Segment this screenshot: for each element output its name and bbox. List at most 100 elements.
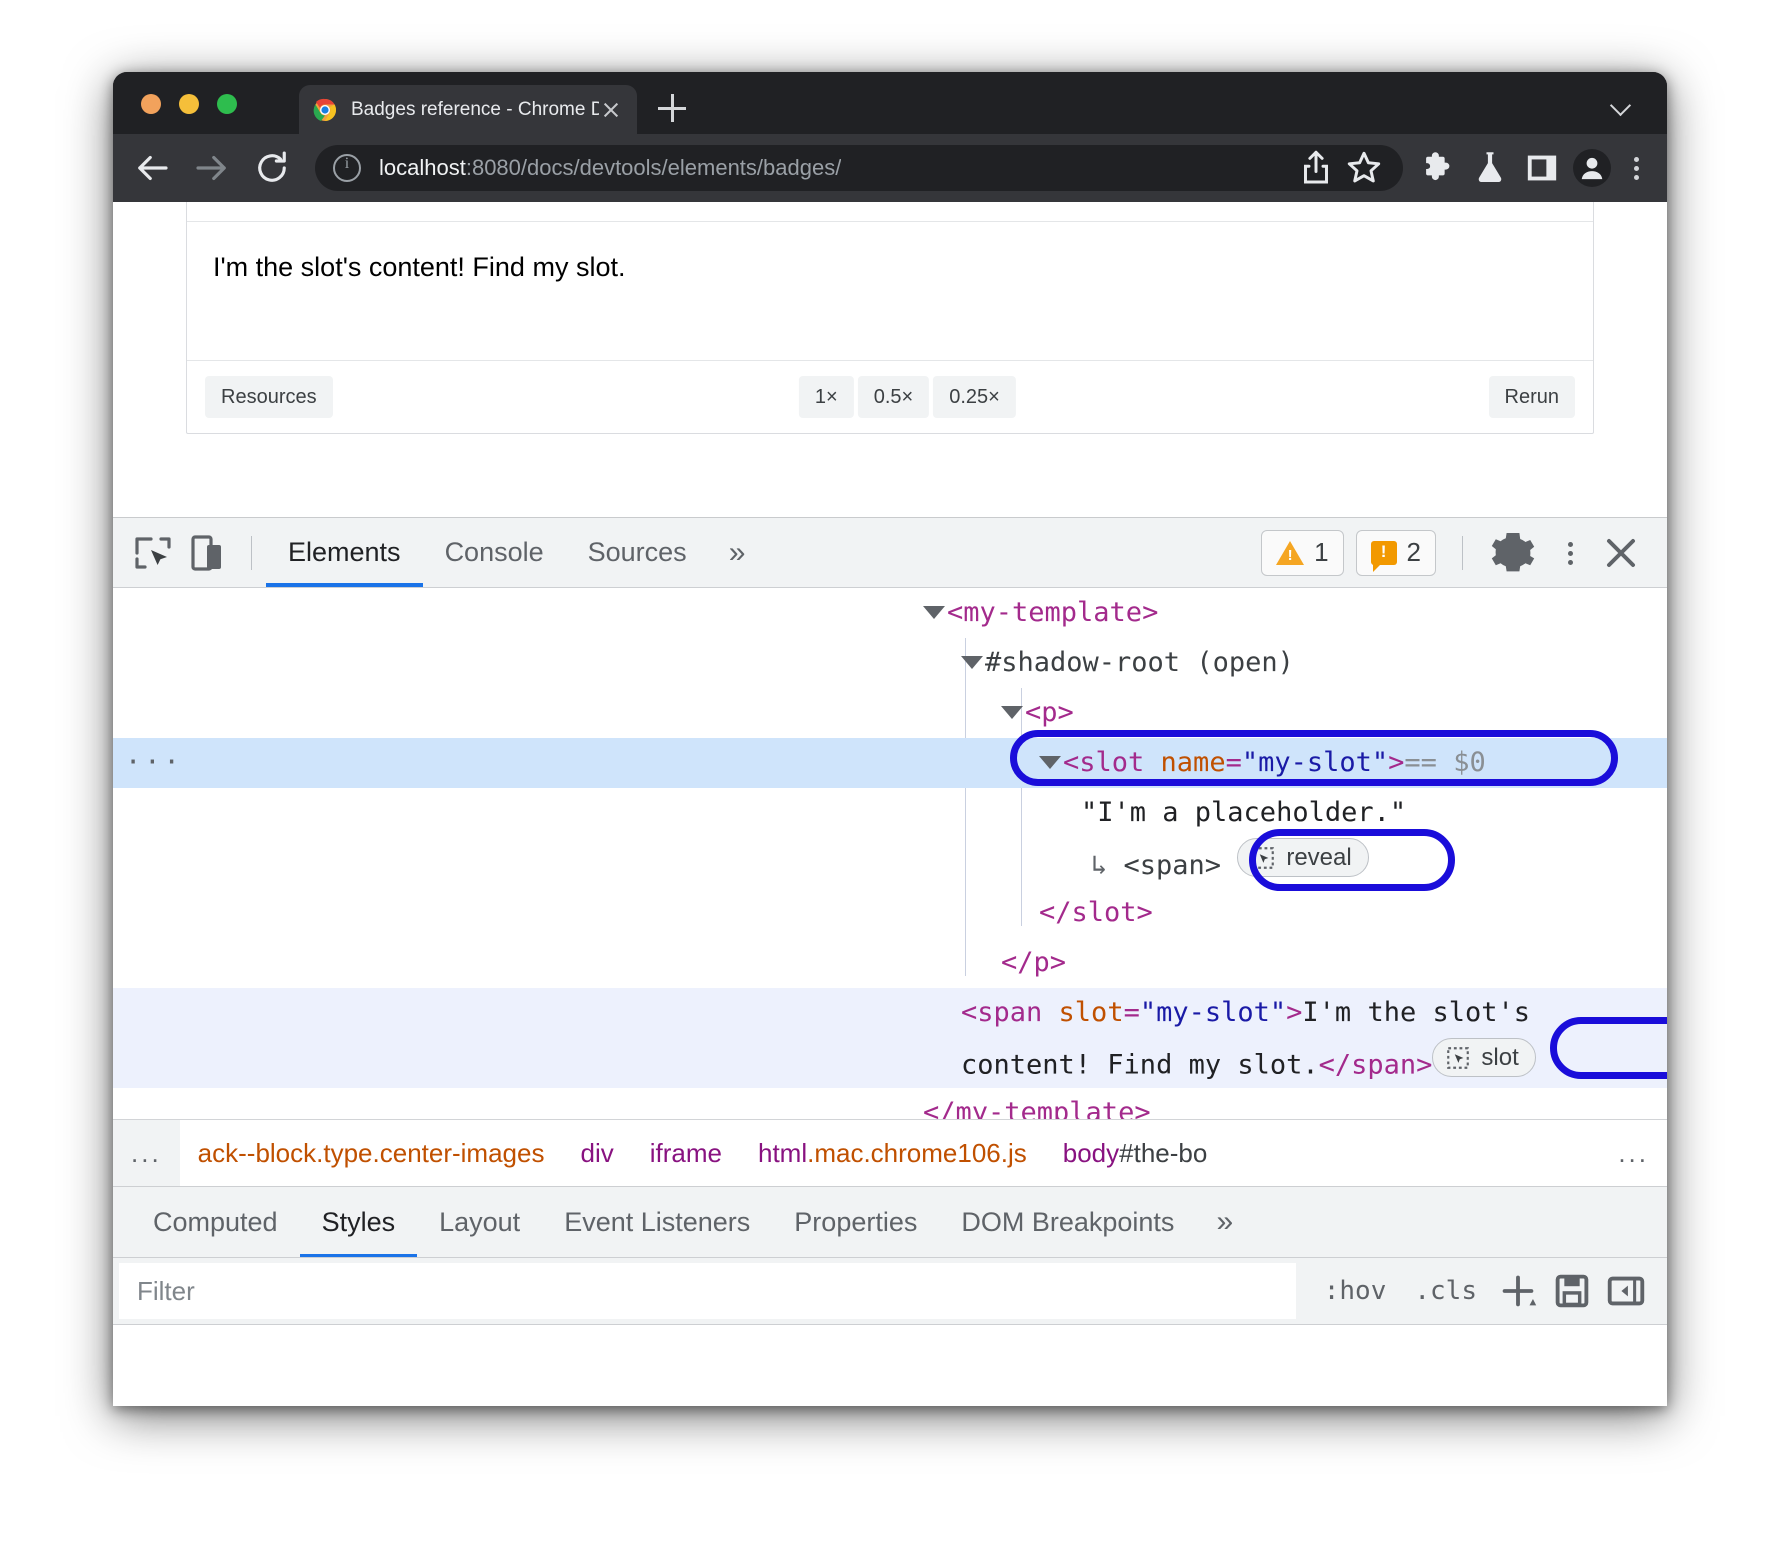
address-bar[interactable]: localhost:8080/docs/devtools/elements/ba… [315, 145, 1403, 191]
browser-tab-title: Badges reference - Chrome De [351, 99, 599, 121]
close-icon[interactable] [1597, 529, 1645, 577]
pane-tab-computed[interactable]: Computed [131, 1187, 300, 1258]
hov-toggle-button[interactable]: :hov [1314, 1276, 1397, 1306]
inspect-element-icon[interactable] [129, 529, 177, 577]
maximize-window-button[interactable] [217, 94, 237, 114]
minimize-window-button[interactable] [179, 94, 199, 114]
devtools-panel: Elements Console Sources » 1 2 [113, 517, 1667, 1406]
reload-icon[interactable] [251, 147, 293, 189]
browser-menu-kebab-icon[interactable] [1621, 147, 1651, 189]
expand-triangle-icon[interactable] [1039, 756, 1061, 769]
tab-console[interactable]: Console [423, 518, 566, 587]
dom-row-slot-close[interactable]: </slot> [113, 888, 1667, 938]
new-style-rule-icon[interactable] [1495, 1268, 1541, 1314]
expand-triangle-icon[interactable] [961, 656, 983, 669]
reveal-badge-label: reveal [1286, 842, 1351, 873]
dom-node-end-tag: </span> [1319, 1050, 1433, 1081]
close-window-button[interactable] [141, 94, 161, 114]
more-panels-chevron-icon[interactable]: » [709, 536, 763, 570]
slot-badge-label: slot [1481, 1042, 1518, 1073]
breadcrumb-item-4[interactable]: body#the-bo [1045, 1138, 1226, 1169]
gear-icon[interactable] [1489, 529, 1537, 577]
chrome-browser-window: Badges reference - Chrome De localhost:8… [113, 72, 1667, 1406]
breadcrumb-class: ack--block.type.center-images [198, 1138, 545, 1168]
expand-triangle-icon[interactable] [1001, 706, 1023, 719]
reveal-badge[interactable]: reveal [1237, 838, 1368, 877]
dom-node-attr-name: slot [1059, 997, 1124, 1028]
browser-tab[interactable]: Badges reference - Chrome De [299, 85, 637, 134]
issues-badge[interactable]: 2 [1356, 530, 1436, 576]
dom-row-p-open[interactable]: <p> [113, 688, 1667, 738]
pane-tab-styles[interactable]: Styles [300, 1187, 418, 1258]
device-toolbar-icon[interactable] [183, 529, 231, 577]
cls-toggle-button[interactable]: .cls [1404, 1276, 1487, 1306]
filter-input[interactable] [119, 1263, 1296, 1319]
warnings-count: 1 [1314, 537, 1328, 568]
site-info-icon[interactable] [333, 154, 361, 182]
devtools-menu-kebab-icon[interactable] [1555, 532, 1585, 574]
slot-badge[interactable]: slot [1432, 1038, 1535, 1077]
warnings-badge[interactable]: 1 [1261, 530, 1343, 576]
lab-flask-icon[interactable] [1469, 147, 1511, 189]
expand-triangle-icon[interactable] [923, 606, 945, 619]
close-tab-button[interactable] [599, 98, 623, 122]
dom-row-p-close[interactable]: </p> [113, 938, 1667, 988]
dom-row-span-light[interactable]: <span slot="my-slot">I'm the slot's cont… [113, 988, 1667, 1088]
dom-row-my-template[interactable]: <my-template> [113, 588, 1667, 638]
dom-node-label: </slot> [1039, 897, 1153, 928]
zoom-05x-button[interactable]: 0.5× [858, 376, 929, 418]
address-bar-url: localhost:8080/docs/devtools/elements/ba… [379, 155, 841, 181]
pane-tab-dom-breakpoints[interactable]: DOM Breakpoints [939, 1187, 1196, 1258]
pane-more-tabs-chevron-icon[interactable]: » [1196, 1205, 1250, 1239]
share-icon[interactable] [1295, 147, 1337, 189]
back-arrow-icon[interactable] [131, 147, 173, 189]
dom-tree: <my-template> #shadow-root (open) <p> [113, 588, 1667, 1119]
dom-node-attr-value: "my-slot" [1140, 997, 1286, 1028]
dom-node-tag: <span [961, 997, 1042, 1028]
breadcrumb-item-2[interactable]: iframe [632, 1138, 740, 1169]
chevron-down-icon[interactable] [1613, 96, 1633, 116]
zoom-1x-button[interactable]: 1× [799, 376, 854, 418]
browser-tab-strip: Badges reference - Chrome De [113, 72, 1667, 134]
toggle-sidebar-icon[interactable] [1603, 1268, 1649, 1314]
resources-button[interactable]: Resources [205, 376, 333, 418]
dom-node-label: <p> [1025, 697, 1074, 728]
tab-sources[interactable]: Sources [566, 518, 709, 587]
breadcrumb-item-1[interactable]: div [562, 1138, 631, 1169]
breadcrumb-overflow-left[interactable]: ... [113, 1120, 180, 1186]
breadcrumb-id: #the-bo [1119, 1138, 1207, 1168]
dom-row-my-template-close[interactable]: </my-template> [113, 1088, 1667, 1119]
dom-node-label: #shadow-root (open) [985, 647, 1294, 678]
new-tab-button[interactable] [658, 94, 686, 122]
device-print-icon[interactable] [1549, 1268, 1595, 1314]
star-icon[interactable] [1343, 147, 1385, 189]
browser-navigation-bar: localhost:8080/docs/devtools/elements/ba… [113, 134, 1667, 202]
pane-tab-event-listeners[interactable]: Event Listeners [542, 1187, 772, 1258]
breadcrumb-item-3[interactable]: html.mac.chrome106.js [740, 1138, 1045, 1169]
tab-elements[interactable]: Elements [266, 518, 423, 587]
dom-row-slot-open[interactable]: ··· <slot name="my-slot">== $0 [113, 738, 1667, 788]
forward-arrow-icon[interactable] [191, 147, 233, 189]
breadcrumb-item-0[interactable]: ack--block.type.center-images [180, 1138, 563, 1169]
slot-content-text: I'm the slot's content! Find my slot. [213, 252, 625, 282]
breadcrumb-overflow-right[interactable]: ... [1600, 1120, 1667, 1186]
dom-node-tag: <slot [1063, 747, 1144, 778]
dom-selection-marker: == $0 [1404, 747, 1485, 778]
breadcrumb-element: iframe [650, 1138, 722, 1168]
dom-row-shadow-root[interactable]: #shadow-root (open) [113, 638, 1667, 688]
pane-tab-layout[interactable]: Layout [417, 1187, 542, 1258]
side-panel-icon[interactable] [1521, 147, 1563, 189]
dom-node-label: <span> [1124, 850, 1222, 881]
zoom-025x-button[interactable]: 0.25× [933, 376, 1016, 418]
rerun-button[interactable]: Rerun [1489, 376, 1575, 418]
row-ellipsis[interactable]: ··· [125, 738, 183, 788]
extensions-puzzle-icon[interactable] [1417, 147, 1459, 189]
pane-tab-properties[interactable]: Properties [772, 1187, 939, 1258]
profile-avatar[interactable] [1573, 149, 1611, 187]
demo-embed-toolbar: Resources 1× 0.5× 0.25× Rerun [187, 360, 1593, 433]
styles-pane-tabbar: Computed Styles Layout Event Listeners P… [113, 1186, 1667, 1258]
styles-filter-bar: :hov .cls [113, 1258, 1667, 1325]
dom-row-placeholder-text[interactable]: "I'm a placeholder." [113, 788, 1667, 838]
dom-row-span-distributed[interactable]: ↳ <span> reveal [113, 838, 1667, 888]
distributed-node-arrow-icon: ↳ [1091, 850, 1107, 881]
